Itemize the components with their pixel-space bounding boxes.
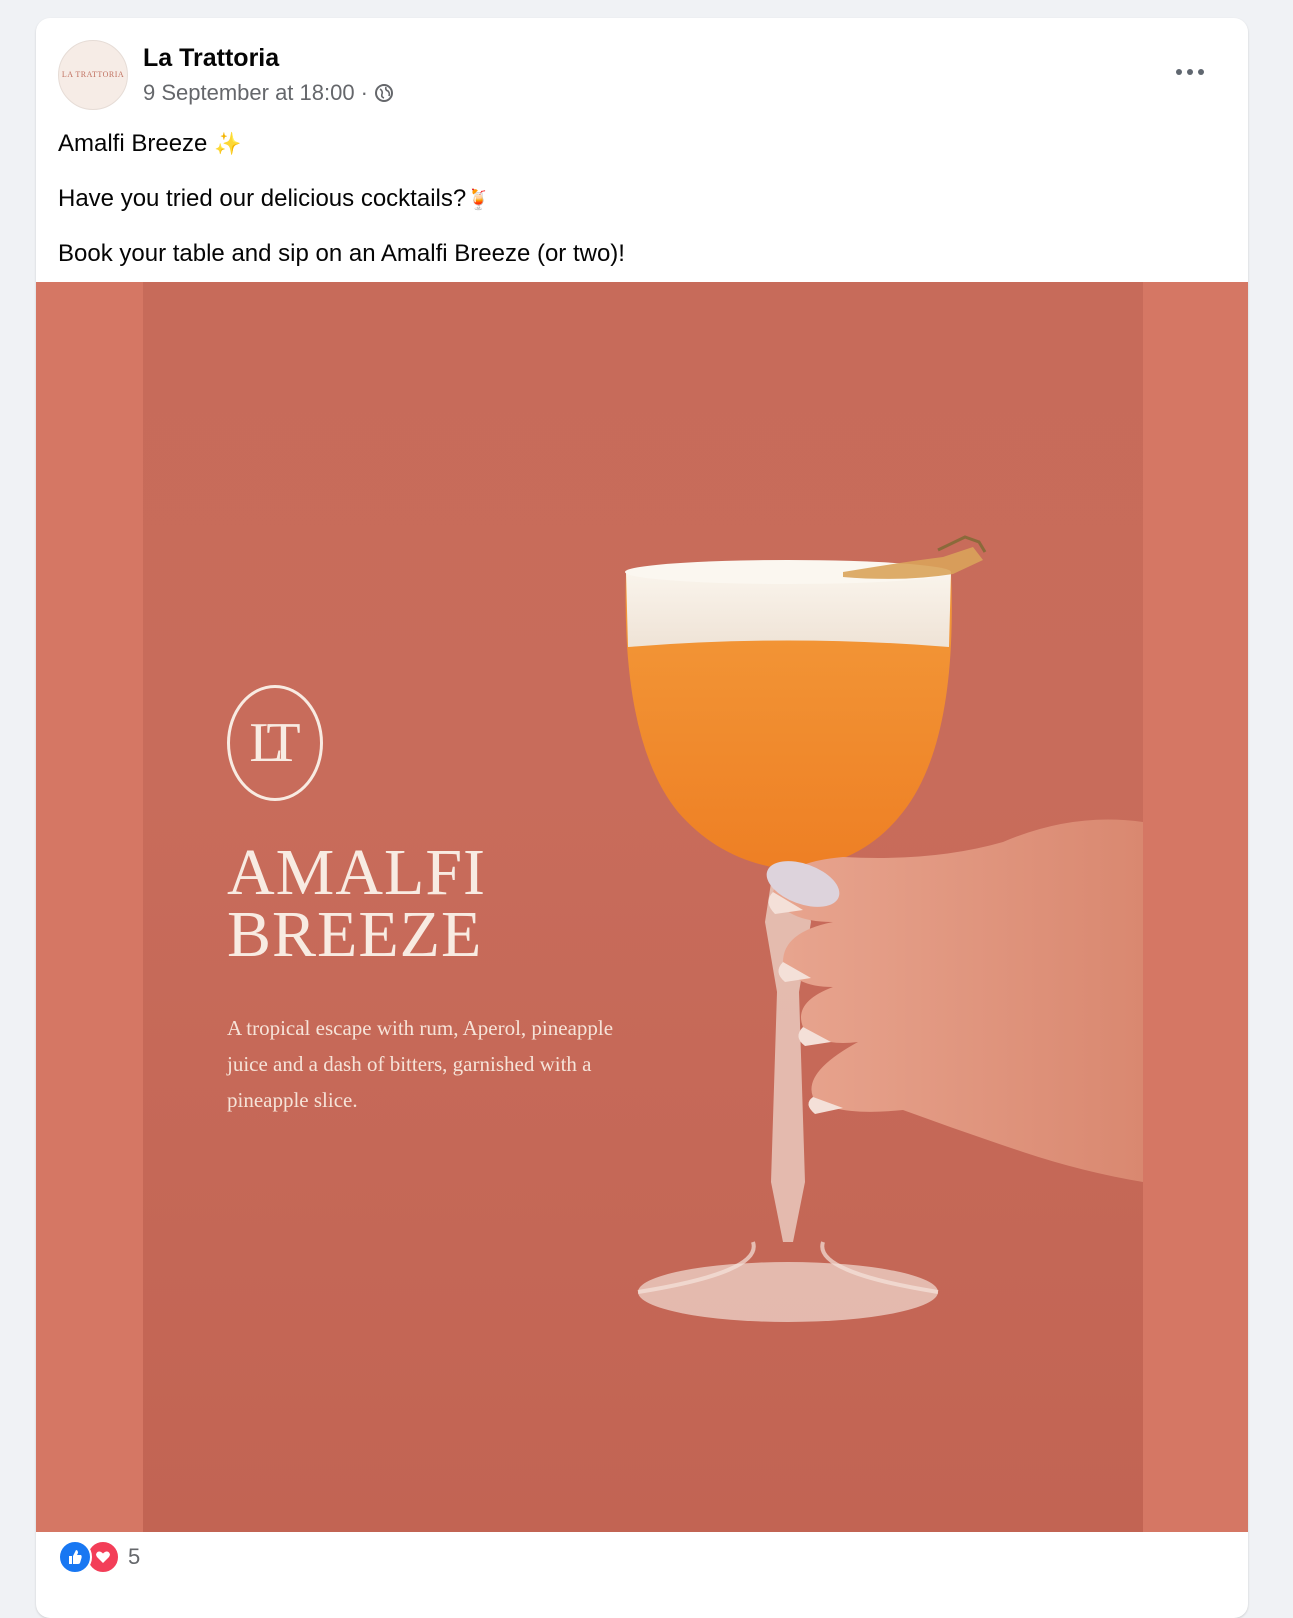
lt-logo-letters: LT (249, 712, 300, 774)
cocktail-description: A tropical escape with rum, Aperol, pine… (227, 1016, 614, 1112)
page-name-link[interactable]: La Trattoria (143, 44, 279, 73)
page-avatar[interactable]: LA TRATTORIA (58, 40, 128, 110)
post-line-1: Amalfi Breeze ✨ (58, 128, 1226, 159)
post-header: LA TRATTORIA La Trattoria 9 September at… (36, 18, 1248, 118)
cocktail-title-line2: BREEZE (227, 898, 483, 971)
globe-icon[interactable] (374, 83, 394, 103)
meta-separator: · (360, 80, 368, 105)
lt-logo: LT (227, 685, 323, 801)
post-line-2-text: Have you tried our delicious cocktails? (58, 185, 467, 213)
cocktail-title: AMALFI BREEZE (227, 836, 487, 971)
reaction-summary[interactable]: 5 (58, 1540, 140, 1574)
glass-stem (765, 870, 811, 1242)
like-icon (58, 1540, 92, 1574)
post-line-1-text: Amalfi Breeze (58, 130, 208, 157)
reaction-count: 5 (128, 1544, 141, 1569)
post-timestamp[interactable]: 9 September at 18:00 (143, 80, 355, 106)
post-card: LA TRATTORIA La Trattoria 9 September at… (36, 18, 1248, 1618)
post-meta: 9 September at 18:00 · (143, 80, 394, 106)
cocktail-title-line1: AMALFI (227, 836, 487, 909)
avatar-logo-text: LA TRATTORIA (61, 69, 125, 79)
glass-base (638, 1262, 938, 1322)
post-text: Amalfi Breeze ✨ Have you tried our delic… (36, 118, 1248, 270)
more-options-icon[interactable] (1170, 60, 1210, 84)
hand (773, 819, 1143, 1182)
sparkle-icon: ✨ (214, 131, 242, 156)
post-line-3: Book your table and sip on an Amalfi Bre… (58, 240, 625, 268)
post-line-2: Have you tried our delicious cocktails?🍹 (58, 183, 1226, 214)
cocktail-icon: 🍹 (466, 189, 492, 212)
post-image[interactable]: LT AMALFI BREEZE A tropical escape with … (36, 282, 1248, 1532)
cocktail-photo: LT AMALFI BREEZE A tropical escape with … (143, 282, 1143, 1532)
